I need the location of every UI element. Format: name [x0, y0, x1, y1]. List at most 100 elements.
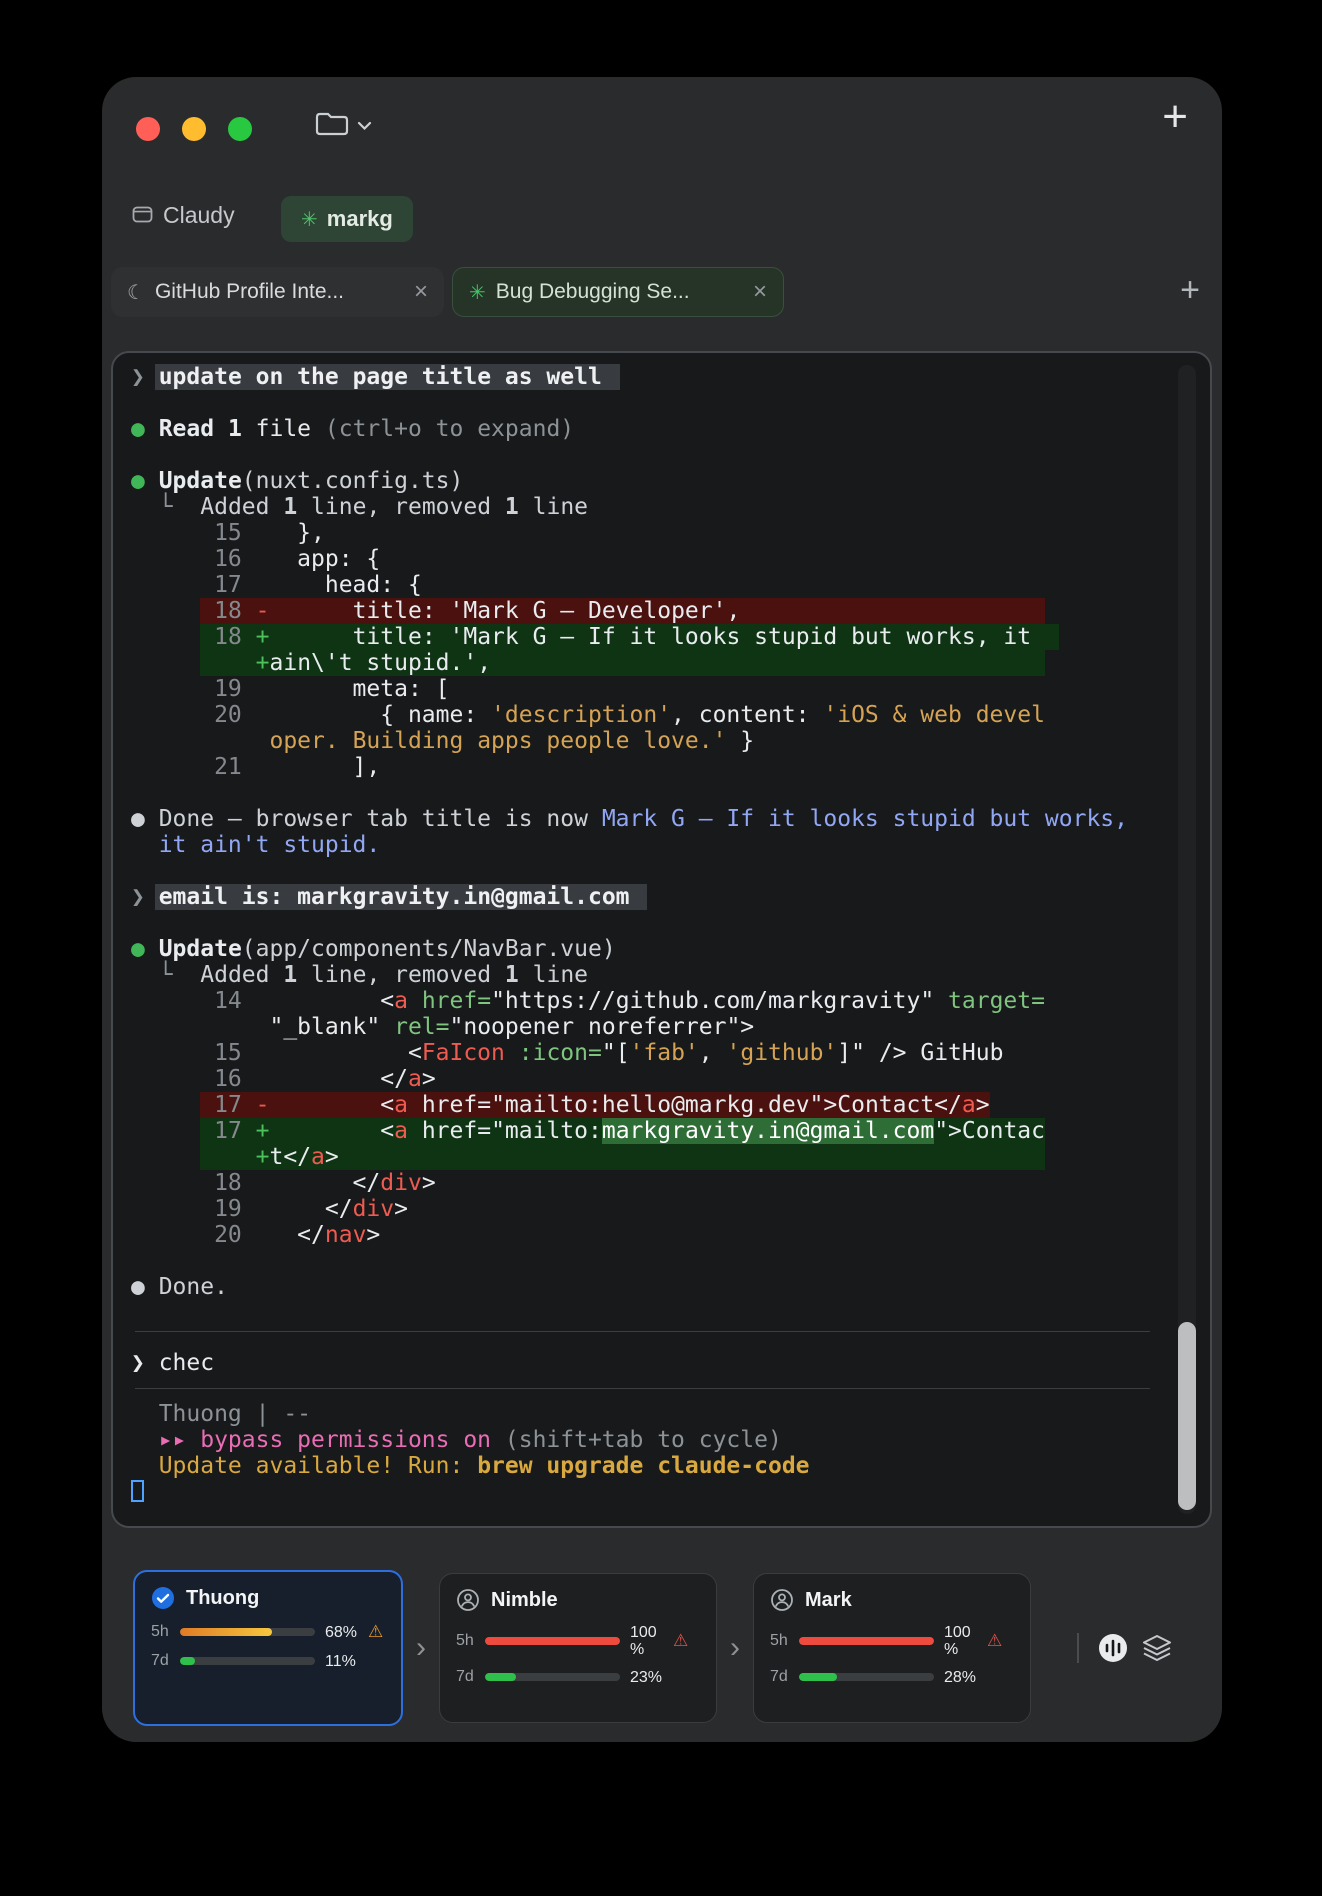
chevron-down-icon	[357, 118, 372, 136]
scrollbar-thumb[interactable]	[1178, 1322, 1196, 1510]
spinner-sparkle-icon: ✳	[469, 280, 486, 305]
usage-percent-value: 68%	[325, 1624, 367, 1641]
code-line: 17 head: {	[131, 572, 1168, 598]
window-group-menu[interactable]	[315, 111, 372, 142]
terminal-cursor	[131, 1480, 144, 1502]
terminal-line	[131, 1479, 1168, 1505]
agent-usage-row-5h: 5h 100 %⚠	[770, 1624, 1014, 1658]
usage-progress-track	[485, 1673, 620, 1681]
terminal-divider	[135, 1388, 1150, 1389]
terminal-line	[131, 780, 1168, 806]
done-status: ● Done — browser tab title is now Mark G…	[131, 806, 1168, 832]
diff-added: +t</a>	[131, 1144, 1168, 1170]
update-call: ● Update(app/components/NavBar.vue)	[131, 936, 1168, 962]
usage-progress-track	[180, 1657, 315, 1665]
tab-label: GitHub Profile Inte...	[155, 280, 344, 304]
input-line: ❯ chec	[131, 1350, 1168, 1376]
usage-progress-fill	[180, 1628, 272, 1636]
new-window-button[interactable]: +	[1162, 95, 1188, 139]
update-summary: └ Added 1 line, removed 1 line	[131, 494, 1168, 520]
diff-added: +ain\'t stupid.',	[131, 650, 1168, 676]
minimize-window-button[interactable]	[182, 117, 206, 141]
tab-bug-debugging[interactable]: ✳ Bug Debugging Se... ×	[452, 267, 784, 317]
terminal-panel[interactable]: ❯ update on the page title as well ● Rea…	[111, 351, 1212, 1528]
layers-icon[interactable]	[1141, 1632, 1173, 1664]
diff-added: 17 + <a href="mailto:markgravity.in@gmai…	[131, 1118, 1168, 1144]
code-line: 16 app: {	[131, 546, 1168, 572]
agent-usage-row-5h: 5h 68%⚠	[151, 1622, 385, 1642]
usage-percent-value: 100 %	[944, 1624, 986, 1658]
agent-card-nimble[interactable]: Nimble5h100 %⚠7d23%	[439, 1573, 717, 1723]
diff-added-highlight: +ain\'t stupid.',	[200, 650, 1045, 676]
close-window-button[interactable]	[136, 117, 160, 141]
done-status: ● Done.	[131, 1274, 1168, 1300]
close-tab-icon[interactable]: ×	[414, 278, 428, 306]
terminal-divider	[135, 1331, 1150, 1332]
agent-name: Nimble	[491, 1589, 558, 1612]
usage-period-label: 7d	[456, 1668, 483, 1686]
usage-period-label: 7d	[151, 1652, 178, 1670]
agents-bar-divider	[1077, 1633, 1079, 1663]
usage-period-label: 7d	[770, 1668, 797, 1686]
code-line: 20 </nav>	[131, 1222, 1168, 1248]
agent-usage-row-7d: 7d28%	[770, 1668, 1014, 1686]
usage-progress-fill	[180, 1657, 195, 1665]
usage-percent-value: 23%	[630, 1669, 672, 1686]
session-folder-label: Claudy	[163, 202, 235, 229]
activity-levels-button[interactable]	[1097, 1632, 1129, 1664]
terminal-line	[131, 1248, 1168, 1274]
code-line: 21 ],	[131, 754, 1168, 780]
agent-usage-row-5h: 5h100 %⚠	[456, 1624, 700, 1658]
code-line: oper. Building apps people love.' }	[131, 728, 1168, 754]
warning-icon: ⚠	[368, 1622, 383, 1642]
usage-percent-value: 11%	[325, 1653, 367, 1670]
session-badge-markg[interactable]: ✳ markg	[281, 196, 413, 242]
diff-removed-highlight: 18 - title: 'Mark G — Developer',	[200, 598, 1045, 624]
diff-added-highlight: +t</a>	[200, 1144, 1045, 1170]
status-line: Update available! Run: brew upgrade clau…	[131, 1453, 1168, 1479]
agent-name: Mark	[805, 1589, 852, 1612]
usage-progress-fill	[485, 1637, 620, 1645]
zoom-window-button[interactable]	[228, 117, 252, 141]
folder-icon	[315, 111, 349, 142]
window-icon	[132, 202, 153, 229]
traffic-lights	[136, 117, 252, 141]
usage-progress-track	[799, 1637, 934, 1645]
app-window: + Claudy ✳ markg ☾ GitHub Profile Inte..…	[102, 77, 1222, 1742]
status-line: Thuong | --	[131, 1401, 1168, 1427]
usage-progress-fill	[485, 1673, 516, 1681]
code-line: 15 },	[131, 520, 1168, 546]
usage-progress-track	[180, 1628, 315, 1636]
diff-removed: 17 - <a href="mailto:hello@markg.dev">Co…	[131, 1092, 1168, 1118]
agent-name: Thuong	[186, 1587, 259, 1610]
done-status: it ain't stupid.	[131, 832, 1168, 858]
warning-icon: ⚠	[987, 1631, 1002, 1651]
usage-period-label: 5h	[456, 1632, 483, 1650]
diff-added-highlight: 18 + title: 'Mark G — If it looks stupid…	[200, 624, 1059, 650]
session-badge-label: markg	[327, 206, 393, 232]
status-line: ▸▸ bypass permissions on (shift+tab to c…	[131, 1427, 1168, 1453]
agent-card-mark[interactable]: Mark 5h 100 %⚠ 7d28%	[753, 1573, 1031, 1723]
agent-card-thuong[interactable]: Thuong 5h 68%⚠ 7d 11%	[133, 1570, 403, 1726]
add-tab-button[interactable]: +	[1180, 273, 1200, 307]
terminal-line	[131, 858, 1168, 884]
user-prompt: ❯ update on the page title as well	[131, 364, 1168, 390]
selected-check-icon	[151, 1586, 175, 1610]
session-folder[interactable]: Claudy	[132, 202, 235, 229]
code-line: 20 { name: 'description', content: 'iOS …	[131, 702, 1168, 728]
close-tab-icon[interactable]: ×	[753, 278, 767, 306]
diff-removed-highlight: 17 - <a href="mailto:hello@markg.dev">Co…	[200, 1092, 989, 1118]
usage-percent-value: 100 %	[630, 1624, 672, 1658]
diff-added: 18 + title: 'Mark G — If it looks stupid…	[131, 624, 1168, 650]
usage-progress-track	[799, 1673, 934, 1681]
moon-icon: ☾	[127, 280, 145, 305]
tab-github-profile[interactable]: ☾ GitHub Profile Inte... ×	[111, 267, 444, 317]
code-line: 19 meta: [	[131, 676, 1168, 702]
update-summary: └ Added 1 line, removed 1 line	[131, 962, 1168, 988]
diff-removed: 18 - title: 'Mark G — Developer',	[131, 598, 1168, 624]
code-line: 18 </div>	[131, 1170, 1168, 1196]
agent-separator-chevron: ›	[730, 1631, 740, 1665]
usage-period-label: 5h	[770, 1632, 797, 1650]
usage-period-label: 5h	[151, 1623, 178, 1641]
usage-progress-track	[485, 1637, 620, 1645]
